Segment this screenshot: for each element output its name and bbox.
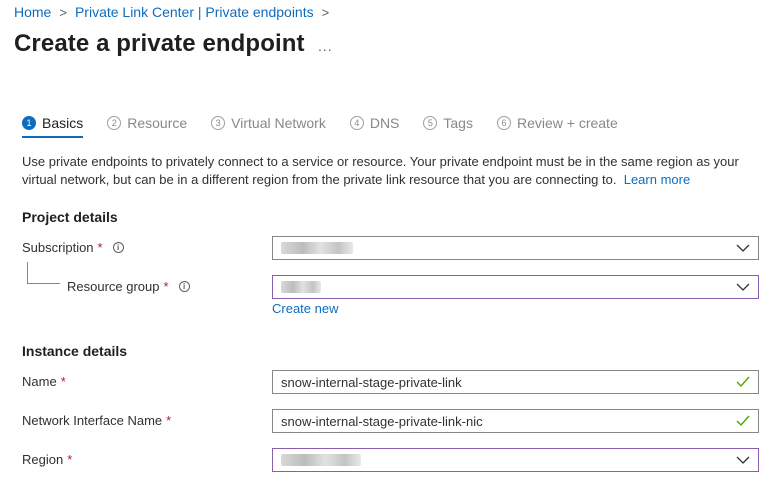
more-options-button[interactable]: ... — [318, 38, 333, 54]
network-interface-name-input[interactable]: snow-internal-stage-private-link-nic — [272, 409, 759, 433]
chevron-down-icon — [736, 283, 750, 291]
resource-group-label-text: Resource group — [67, 279, 160, 294]
tab-review-create[interactable]: 6 Review + create — [496, 113, 618, 133]
chevron-down-icon — [736, 456, 750, 464]
resource-group-label: Resource group * i — [67, 279, 190, 294]
create-new-link[interactable]: Create new — [272, 301, 338, 316]
step-number-icon: 3 — [211, 116, 226, 130]
tab-label: DNS — [369, 115, 400, 131]
tab-label: Tags — [443, 115, 473, 131]
project-details-heading: Project details — [22, 209, 118, 225]
tree-connector — [27, 262, 60, 284]
learn-more-link[interactable]: Learn more — [624, 172, 690, 187]
resource-group-value-redacted — [281, 281, 321, 293]
region-label: Region * — [22, 452, 72, 467]
tab-tags[interactable]: 5 Tags — [423, 113, 473, 133]
chevron-down-icon — [736, 244, 750, 252]
region-dropdown[interactable] — [272, 448, 759, 472]
network-interface-name-value: snow-internal-stage-private-link-nic — [281, 413, 483, 429]
step-number-icon: 1 — [22, 116, 36, 130]
breadcrumb-home-link[interactable]: Home — [14, 4, 51, 20]
name-label-text: Name — [22, 374, 57, 389]
tab-resource[interactable]: 2 Resource — [107, 113, 187, 133]
breadcrumb-chevron-icon: > — [321, 4, 330, 20]
breadcrumb: Home > Private Link Center | Private end… — [14, 4, 329, 20]
subscription-value-redacted — [281, 242, 353, 254]
wizard-steps: 1 Basics 2 Resource 3 Virtual Network 4 … — [22, 113, 642, 138]
subscription-label-text: Subscription — [22, 240, 94, 255]
info-icon[interactable]: i — [178, 281, 190, 292]
region-value-redacted — [281, 454, 361, 466]
tab-label: Virtual Network — [231, 115, 326, 131]
checkmark-icon — [736, 415, 750, 427]
name-label: Name * — [22, 374, 66, 389]
tab-dns[interactable]: 4 DNS — [349, 113, 400, 133]
required-asterisk: * — [163, 279, 169, 294]
network-interface-name-label: Network Interface Name * — [22, 413, 171, 428]
breadcrumb-private-link-center-link[interactable]: Private Link Center | Private endpoints — [75, 4, 314, 20]
tab-basics[interactable]: 1 Basics — [22, 113, 84, 138]
required-asterisk: * — [166, 413, 172, 428]
description: Use private endpoints to privately conne… — [22, 153, 752, 189]
required-asterisk: * — [60, 374, 66, 389]
step-number-icon: 2 — [107, 116, 122, 130]
required-asterisk: * — [67, 452, 73, 467]
step-number-icon: 4 — [349, 116, 364, 130]
resource-group-dropdown[interactable] — [272, 275, 759, 299]
tab-label: Review + create — [516, 115, 618, 131]
tab-label: Resource — [127, 115, 188, 131]
subscription-label: Subscription * i — [22, 240, 124, 255]
info-icon[interactable]: i — [112, 242, 124, 253]
step-number-icon: 6 — [496, 116, 511, 130]
name-input[interactable]: snow-internal-stage-private-link — [272, 370, 759, 394]
network-interface-name-label-text: Network Interface Name — [22, 413, 163, 428]
checkmark-icon — [736, 376, 750, 388]
required-asterisk: * — [97, 240, 103, 255]
instance-details-heading: Instance details — [22, 343, 128, 359]
tab-label: Basics — [42, 115, 84, 131]
breadcrumb-chevron-icon: > — [59, 4, 67, 20]
region-label-text: Region — [22, 452, 64, 467]
tab-virtual-network[interactable]: 3 Virtual Network — [211, 113, 326, 133]
name-input-value: snow-internal-stage-private-link — [281, 374, 462, 390]
subscription-dropdown[interactable] — [272, 236, 759, 260]
step-number-icon: 5 — [423, 116, 438, 130]
page-title: Create a private endpoint — [14, 30, 305, 57]
